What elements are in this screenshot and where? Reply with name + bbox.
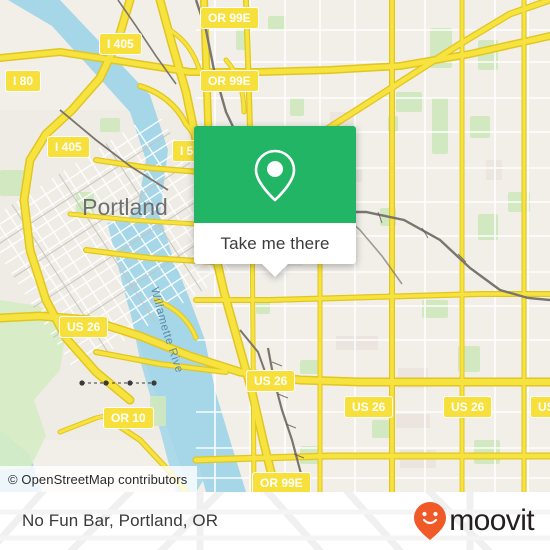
moovit-smiley-pin-icon	[414, 502, 447, 540]
moovit-brand[interactable]: moovit	[413, 501, 535, 541]
take-me-there-popup[interactable]: Take me there	[194, 126, 356, 277]
map-attribution[interactable]: © OpenStreetMap contributors	[0, 466, 198, 492]
moovit-wordmark: moovit	[449, 504, 534, 537]
highway-shield: I 405	[47, 136, 90, 158]
highway-shield: OR 99E	[200, 7, 259, 29]
footer-bar: No Fun Bar, Portland, OR moovit	[0, 492, 550, 550]
highway-shield: US 26	[529, 396, 550, 418]
highway-shield: US 26	[58, 316, 109, 338]
map-pin-icon	[254, 149, 296, 201]
place-title: No Fun Bar, Portland, OR	[22, 511, 219, 530]
popup-tail	[262, 264, 288, 277]
highway-shield: I 405	[99, 33, 142, 55]
popup-action-area[interactable]: Take me there	[194, 223, 356, 264]
popup-icon-area	[194, 126, 356, 223]
highway-shield: I 80	[4, 70, 42, 92]
map-page: Portland Willamette River OR 99EI 405I 8…	[0, 0, 550, 550]
popup-action-label: Take me there	[220, 233, 330, 253]
highway-shield: US 26	[442, 396, 493, 418]
highway-shield: OR 99E	[200, 70, 259, 92]
highway-shield: OR 10	[103, 407, 154, 429]
highway-shield: US 26	[343, 396, 394, 418]
highway-shield: OR 99E	[252, 472, 311, 492]
highway-shield: US 26	[245, 370, 296, 392]
